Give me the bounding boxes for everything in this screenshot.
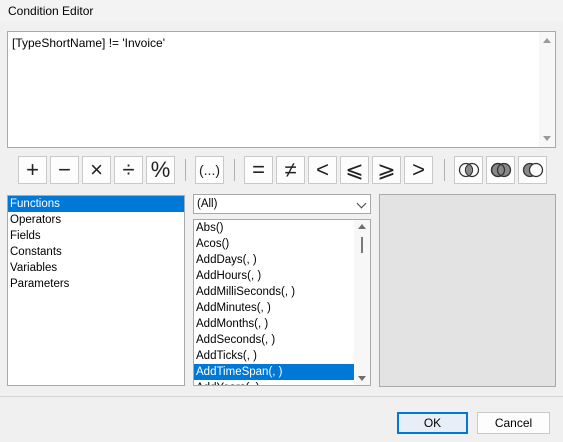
not-equals-button[interactable]: ≠ [276,156,305,184]
title-bar: Condition Editor [0,0,563,22]
toolbar-separator [234,159,235,181]
minus-button[interactable]: − [50,156,79,184]
function-item[interactable]: AddDays(, ) [194,252,354,268]
scroll-thumb[interactable] [361,237,363,253]
filter-dropdown[interactable]: (All) [193,194,371,214]
filter-value: (All) [197,198,218,210]
and-button[interactable] [454,156,483,184]
expression-editor[interactable]: [TypeShortName] != 'Invoice' [7,31,556,148]
category-item[interactable]: Fields [8,228,184,244]
equals-button[interactable]: = [244,156,273,184]
logic-toolbar [454,156,550,186]
function-item[interactable]: AddTicks(, ) [194,348,354,364]
category-item[interactable]: Variables [8,260,184,276]
plus-button[interactable]: + [18,156,47,184]
scroll-down-icon[interactable] [358,376,366,381]
function-item[interactable]: AddYears(, ) [194,380,354,385]
expression-scrollbar[interactable] [539,32,555,147]
multiply-button[interactable]: × [82,156,111,184]
category-item[interactable]: Constants [8,244,184,260]
divide-button[interactable]: ÷ [114,156,143,184]
toolbar-separator [444,159,445,181]
less-equal-button[interactable]: ⩽ [340,156,369,184]
function-list[interactable]: Abs() Acos() AddDays(, ) AddHours(, ) AddMil… [193,219,371,386]
not-venn-icon [522,162,543,178]
function-item[interactable]: Acos() [194,236,354,252]
and-venn-icon [458,162,479,178]
modulo-button[interactable]: % [146,156,175,184]
description-panel [379,194,556,387]
category-item[interactable]: Parameters [8,276,184,292]
footer-divider [0,396,563,397]
function-item[interactable]: AddMonths(, ) [194,316,354,332]
function-list-scrollbar[interactable] [354,220,370,385]
paren-toolbar: (...) [195,156,227,186]
window-title: Condition Editor [8,4,94,18]
greater-equal-button[interactable]: ⩾ [372,156,401,184]
category-item[interactable]: Functions [8,196,184,212]
or-button[interactable] [486,156,515,184]
arithmetic-toolbar: + − × ÷ % [18,156,178,186]
ok-button[interactable]: OK [397,412,468,434]
cancel-button[interactable]: Cancel [477,412,550,434]
expression-text[interactable]: [TypeShortName] != 'Invoice' [12,36,165,50]
function-item[interactable]: AddTimeSpan(, ) [194,364,354,380]
category-item[interactable]: Operators [8,212,184,228]
function-item[interactable]: AddMinutes(, ) [194,300,354,316]
parentheses-button[interactable]: (...) [195,156,224,184]
greater-than-button[interactable]: > [404,156,433,184]
function-item[interactable]: AddMilliSeconds(, ) [194,284,354,300]
less-than-button[interactable]: < [308,156,337,184]
toolbar-separator [185,159,186,181]
category-list[interactable]: Functions Operators Fields Constants Variabl… [7,195,185,386]
or-venn-icon [490,162,511,178]
function-item[interactable]: AddSeconds(, ) [194,332,354,348]
chevron-down-icon[interactable] [356,198,367,209]
function-item[interactable]: Abs() [194,220,354,236]
function-item[interactable]: AddHours(, ) [194,268,354,284]
comparison-toolbar: = ≠ < ⩽ ⩾ > [244,156,436,186]
not-button[interactable] [518,156,547,184]
scroll-down-icon[interactable] [543,136,551,141]
scroll-up-icon[interactable] [543,38,551,43]
scroll-up-icon[interactable] [358,224,366,229]
